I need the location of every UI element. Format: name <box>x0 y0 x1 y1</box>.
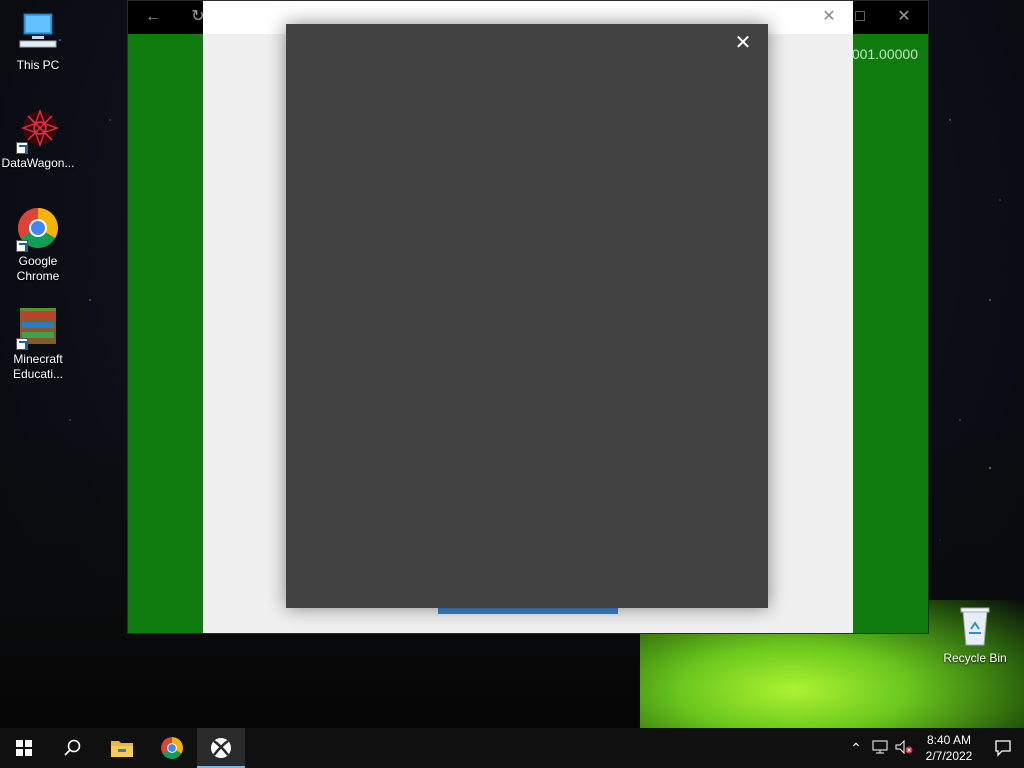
desktop-icon-recycle-bin[interactable]: Recycle Bin <box>940 603 1010 665</box>
search-icon[interactable] <box>48 728 96 768</box>
app-value-text: 001.00000 <box>851 46 918 62</box>
accent-bar <box>438 608 618 614</box>
shortcut-arrow-icon <box>16 240 28 252</box>
minecraft-education-icon <box>16 304 60 350</box>
chrome-icon[interactable] <box>148 728 196 768</box>
recycle-bin-icon <box>953 603 997 647</box>
taskbar: ⌃ 8:40 AM 2/7/2022 <box>0 728 1024 768</box>
windows-start-icon[interactable] <box>0 728 48 768</box>
action-center-icon[interactable] <box>982 739 1024 757</box>
desktop-icon-label: Minecraft Educati... <box>12 352 64 381</box>
shortcut-arrow-icon <box>16 338 28 350</box>
file-explorer-icon[interactable] <box>98 728 146 768</box>
clock-date: 2/7/2022 <box>925 749 973 763</box>
chevron-up-icon[interactable]: ⌃ <box>844 740 868 757</box>
datawagon-icon <box>16 108 60 154</box>
desktop-icon-label: DataWagon... <box>1 156 75 170</box>
maximize-icon[interactable]: □ <box>850 7 870 27</box>
back-arrow-icon[interactable]: ← <box>143 7 163 27</box>
xbox-icon[interactable] <box>197 728 245 768</box>
shortcut-arrow-icon <box>16 142 28 154</box>
desktop-icon-google-chrome[interactable]: Google Chrome <box>0 206 76 284</box>
close-icon[interactable]: ✕ <box>732 32 754 54</box>
modal-dialog: ✕ <box>286 24 768 608</box>
desktop-icon-label: Google Chrome <box>16 254 60 283</box>
computer-icon <box>16 10 60 54</box>
desktop-icon-minecraft-education[interactable]: Minecraft Educati... <box>0 304 76 382</box>
desktop-icon-label: Recycle Bin <box>943 651 1007 665</box>
taskbar-clock[interactable]: 8:40 AM 2/7/2022 <box>916 732 982 764</box>
desktop-icon-datawagon[interactable]: DataWagon... <box>0 108 76 171</box>
close-icon[interactable]: ✕ <box>819 7 839 27</box>
volume-muted-icon[interactable] <box>892 739 916 757</box>
desktop-icon-label: This PC <box>16 58 60 72</box>
desktop-icon-this-pc[interactable]: This PC <box>0 10 76 73</box>
network-icon[interactable] <box>868 740 892 757</box>
clock-time: 8:40 AM <box>926 733 972 747</box>
system-tray: ⌃ 8:40 AM 2/7/2022 <box>844 728 1024 768</box>
window-close-icon[interactable]: ✕ <box>894 7 914 27</box>
chrome-icon <box>16 206 60 252</box>
